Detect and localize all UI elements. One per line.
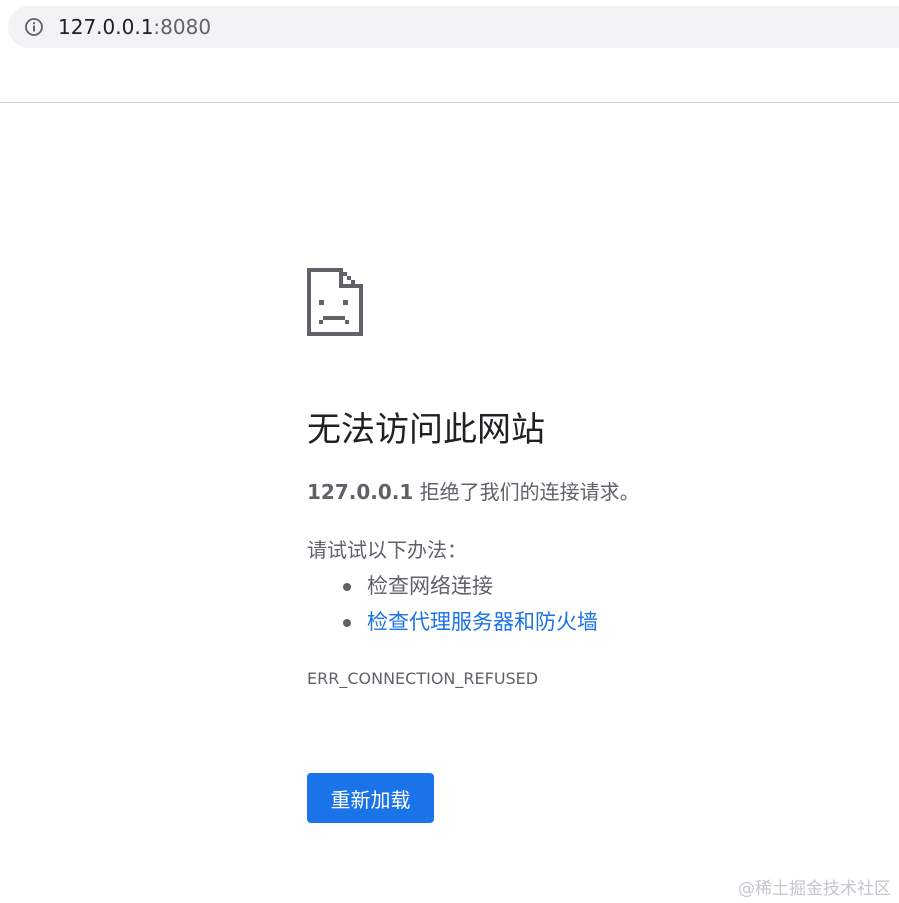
watermark-text: @稀土掘金技术社区	[738, 879, 891, 899]
suggestions-list: 检查网络连接 检查代理服务器和防火墙	[307, 570, 598, 642]
bullet-icon	[343, 583, 351, 591]
bullet-icon	[343, 619, 351, 627]
error-message-text: 拒绝了我们的连接请求。	[413, 480, 640, 504]
suggestion-proxy-link[interactable]: 检查代理服务器和防火墙	[367, 610, 598, 634]
url-port: :8080	[153, 15, 212, 39]
error-message-host: 127.0.0.1	[307, 480, 414, 504]
suggestions-heading: 请试试以下办法：	[307, 538, 467, 562]
error-code: ERR_CONNECTION_REFUSED	[307, 669, 539, 688]
error-title: 无法访问此网站	[307, 410, 545, 450]
address-bar[interactable]: 127.0.0.1:8080	[8, 6, 899, 48]
browser-page: 127.0.0.1:8080 无法访问此网站 127.0.0.1 拒绝了我们的连…	[0, 0, 899, 903]
url-text[interactable]: 127.0.0.1:8080	[58, 15, 211, 39]
suggestion-label: 检查网络连接	[367, 574, 493, 598]
error-message: 127.0.0.1 拒绝了我们的连接请求。	[307, 478, 640, 506]
suggestion-check-network: 检查网络连接	[307, 570, 598, 606]
toolbar-divider	[0, 102, 899, 103]
suggestion-check-proxy[interactable]: 检查代理服务器和防火墙	[307, 606, 598, 642]
info-icon[interactable]	[24, 17, 44, 37]
reload-button[interactable]: 重新加载	[307, 773, 434, 823]
sad-page-icon	[307, 268, 363, 336]
url-host: 127.0.0.1	[58, 15, 154, 39]
